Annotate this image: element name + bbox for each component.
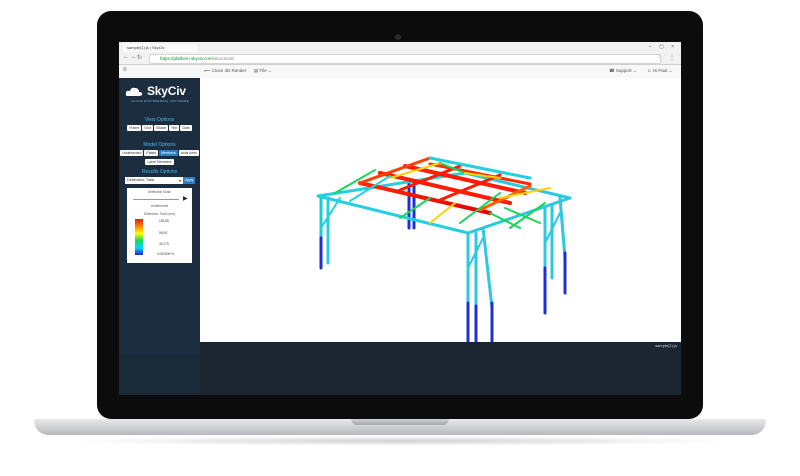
- view-shade-button[interactable]: Shade: [153, 125, 169, 131]
- results-options-title: Results Options: [141, 169, 178, 175]
- label-members-button[interactable]: Label Members: [145, 159, 174, 165]
- undeformed-label: Undeformed: [150, 204, 169, 208]
- view-grid-button[interactable]: Grid: [142, 125, 153, 131]
- bottom-panel: [200, 342, 681, 395]
- deflection-scale-label: Deflection Scale: [147, 190, 172, 194]
- laptop-screen: sample(1).js | SkyCiv – ▢ × ← → ↻ https:…: [119, 42, 681, 395]
- model-plates-button[interactable]: Plates: [144, 150, 159, 156]
- url-path: /structural/: [212, 56, 234, 61]
- window-controls[interactable]: – ▢ ×: [649, 44, 677, 50]
- logo-subtitle: CLOUD ENGINEERING SOFTWARE: [131, 99, 189, 103]
- laptop-notch: [351, 419, 449, 425]
- bookmark-star-icon[interactable]: ☆: [657, 54, 661, 60]
- deflection-scale-slider[interactable]: [133, 199, 179, 200]
- model-options-title: Model Options: [143, 142, 176, 148]
- model-members-button[interactable]: Members: [159, 150, 178, 156]
- results-legend-panel: Deflection Scale ▶ Undeformed Deflection…: [127, 188, 192, 263]
- model-options-buttons: Undeformed Plates Members Axial Axes: [119, 150, 200, 156]
- view-frame-button[interactable]: Frame: [127, 125, 142, 131]
- legend-tick: 98.95: [159, 231, 167, 235]
- browser-tab[interactable]: sample(1).js | SkyCiv: [123, 44, 197, 52]
- cloud-logo-icon: [125, 87, 143, 96]
- user-menu-label: Hi Paul: [652, 68, 668, 73]
- logo-text: SkyCiv: [147, 84, 186, 98]
- url-secure: https://: [160, 56, 174, 61]
- user-menu-button[interactable]: ☺ Hi Paul ⌄: [647, 68, 672, 74]
- browser-menu-icon[interactable]: ⋮: [669, 54, 675, 61]
- view-options-title: View Options: [144, 117, 175, 123]
- results-select-value: Deflection: Total: [127, 178, 154, 182]
- browser-chrome: sample(1).js | SkyCiv – ▢ × ← → ↻ https:…: [119, 42, 681, 65]
- view-options-buttons: Frame Grid Shade Text Dark: [119, 125, 200, 131]
- view-text-button[interactable]: Text: [169, 125, 180, 131]
- play-animation-icon[interactable]: ▶: [183, 195, 188, 202]
- support-menu-label: Support: [615, 68, 632, 73]
- legend-tick: 34.279: [159, 242, 169, 246]
- file-menu-label: File: [259, 68, 267, 73]
- reload-icon[interactable]: ↻: [137, 54, 142, 61]
- model-axial-axes-button[interactable]: Axial Axes: [178, 150, 199, 156]
- file-menu-button[interactable]: ▤ File ⌄: [254, 68, 272, 74]
- close-render-button[interactable]: ⟵ Close 3D Render: [204, 68, 246, 74]
- status-file-name: sample(1).js: [655, 343, 677, 348]
- support-menu-button[interactable]: ☎ Support ⌄: [609, 68, 637, 74]
- legend-title: Deflection: Total (mm): [144, 212, 175, 216]
- browser-nav-row: ← → ↻ https://platform.skyciv.com/struct…: [119, 53, 681, 64]
- model-undeformed-button[interactable]: Undeformed: [120, 150, 144, 156]
- laptop-shadow: [60, 436, 740, 446]
- 3d-render-viewport[interactable]: [200, 78, 681, 350]
- forward-icon[interactable]: →: [130, 54, 136, 60]
- close-render-label: Close 3D Render: [211, 68, 247, 73]
- results-select-row: Deflection: Total ▾ Apply: [125, 177, 195, 185]
- app-toolbar: ≡ ⟵ Close 3D Render ▤ File ⌄ ☎ Support ⌄…: [119, 65, 681, 79]
- sidebar: SkyCiv CLOUD ENGINEERING SOFTWARE View O…: [119, 78, 200, 355]
- back-icon[interactable]: ←: [123, 54, 129, 60]
- address-bar[interactable]: https://platform.skyciv.com/structural/: [149, 54, 661, 64]
- view-dark-button[interactable]: Dark: [180, 125, 192, 131]
- model-options-buttons-row2: Label Members: [119, 159, 200, 165]
- apply-button[interactable]: Apply: [183, 177, 195, 184]
- skyciv-logo: SkyCiv CLOUD ENGINEERING SOFTWARE: [125, 84, 195, 106]
- hamburger-menu-icon[interactable]: ≡: [123, 67, 127, 73]
- truss-structure-render: [316, 156, 572, 350]
- legend-tick: 0.00000e+0: [157, 252, 174, 256]
- color-scale-bar: [135, 219, 143, 255]
- legend-tick: 153.85: [159, 219, 169, 223]
- url-domain: platform.skyciv.com: [173, 56, 213, 61]
- chevron-down-icon: ▾: [178, 178, 181, 183]
- results-type-select[interactable]: Deflection: Total ▾: [125, 177, 183, 184]
- webcam: [395, 34, 401, 40]
